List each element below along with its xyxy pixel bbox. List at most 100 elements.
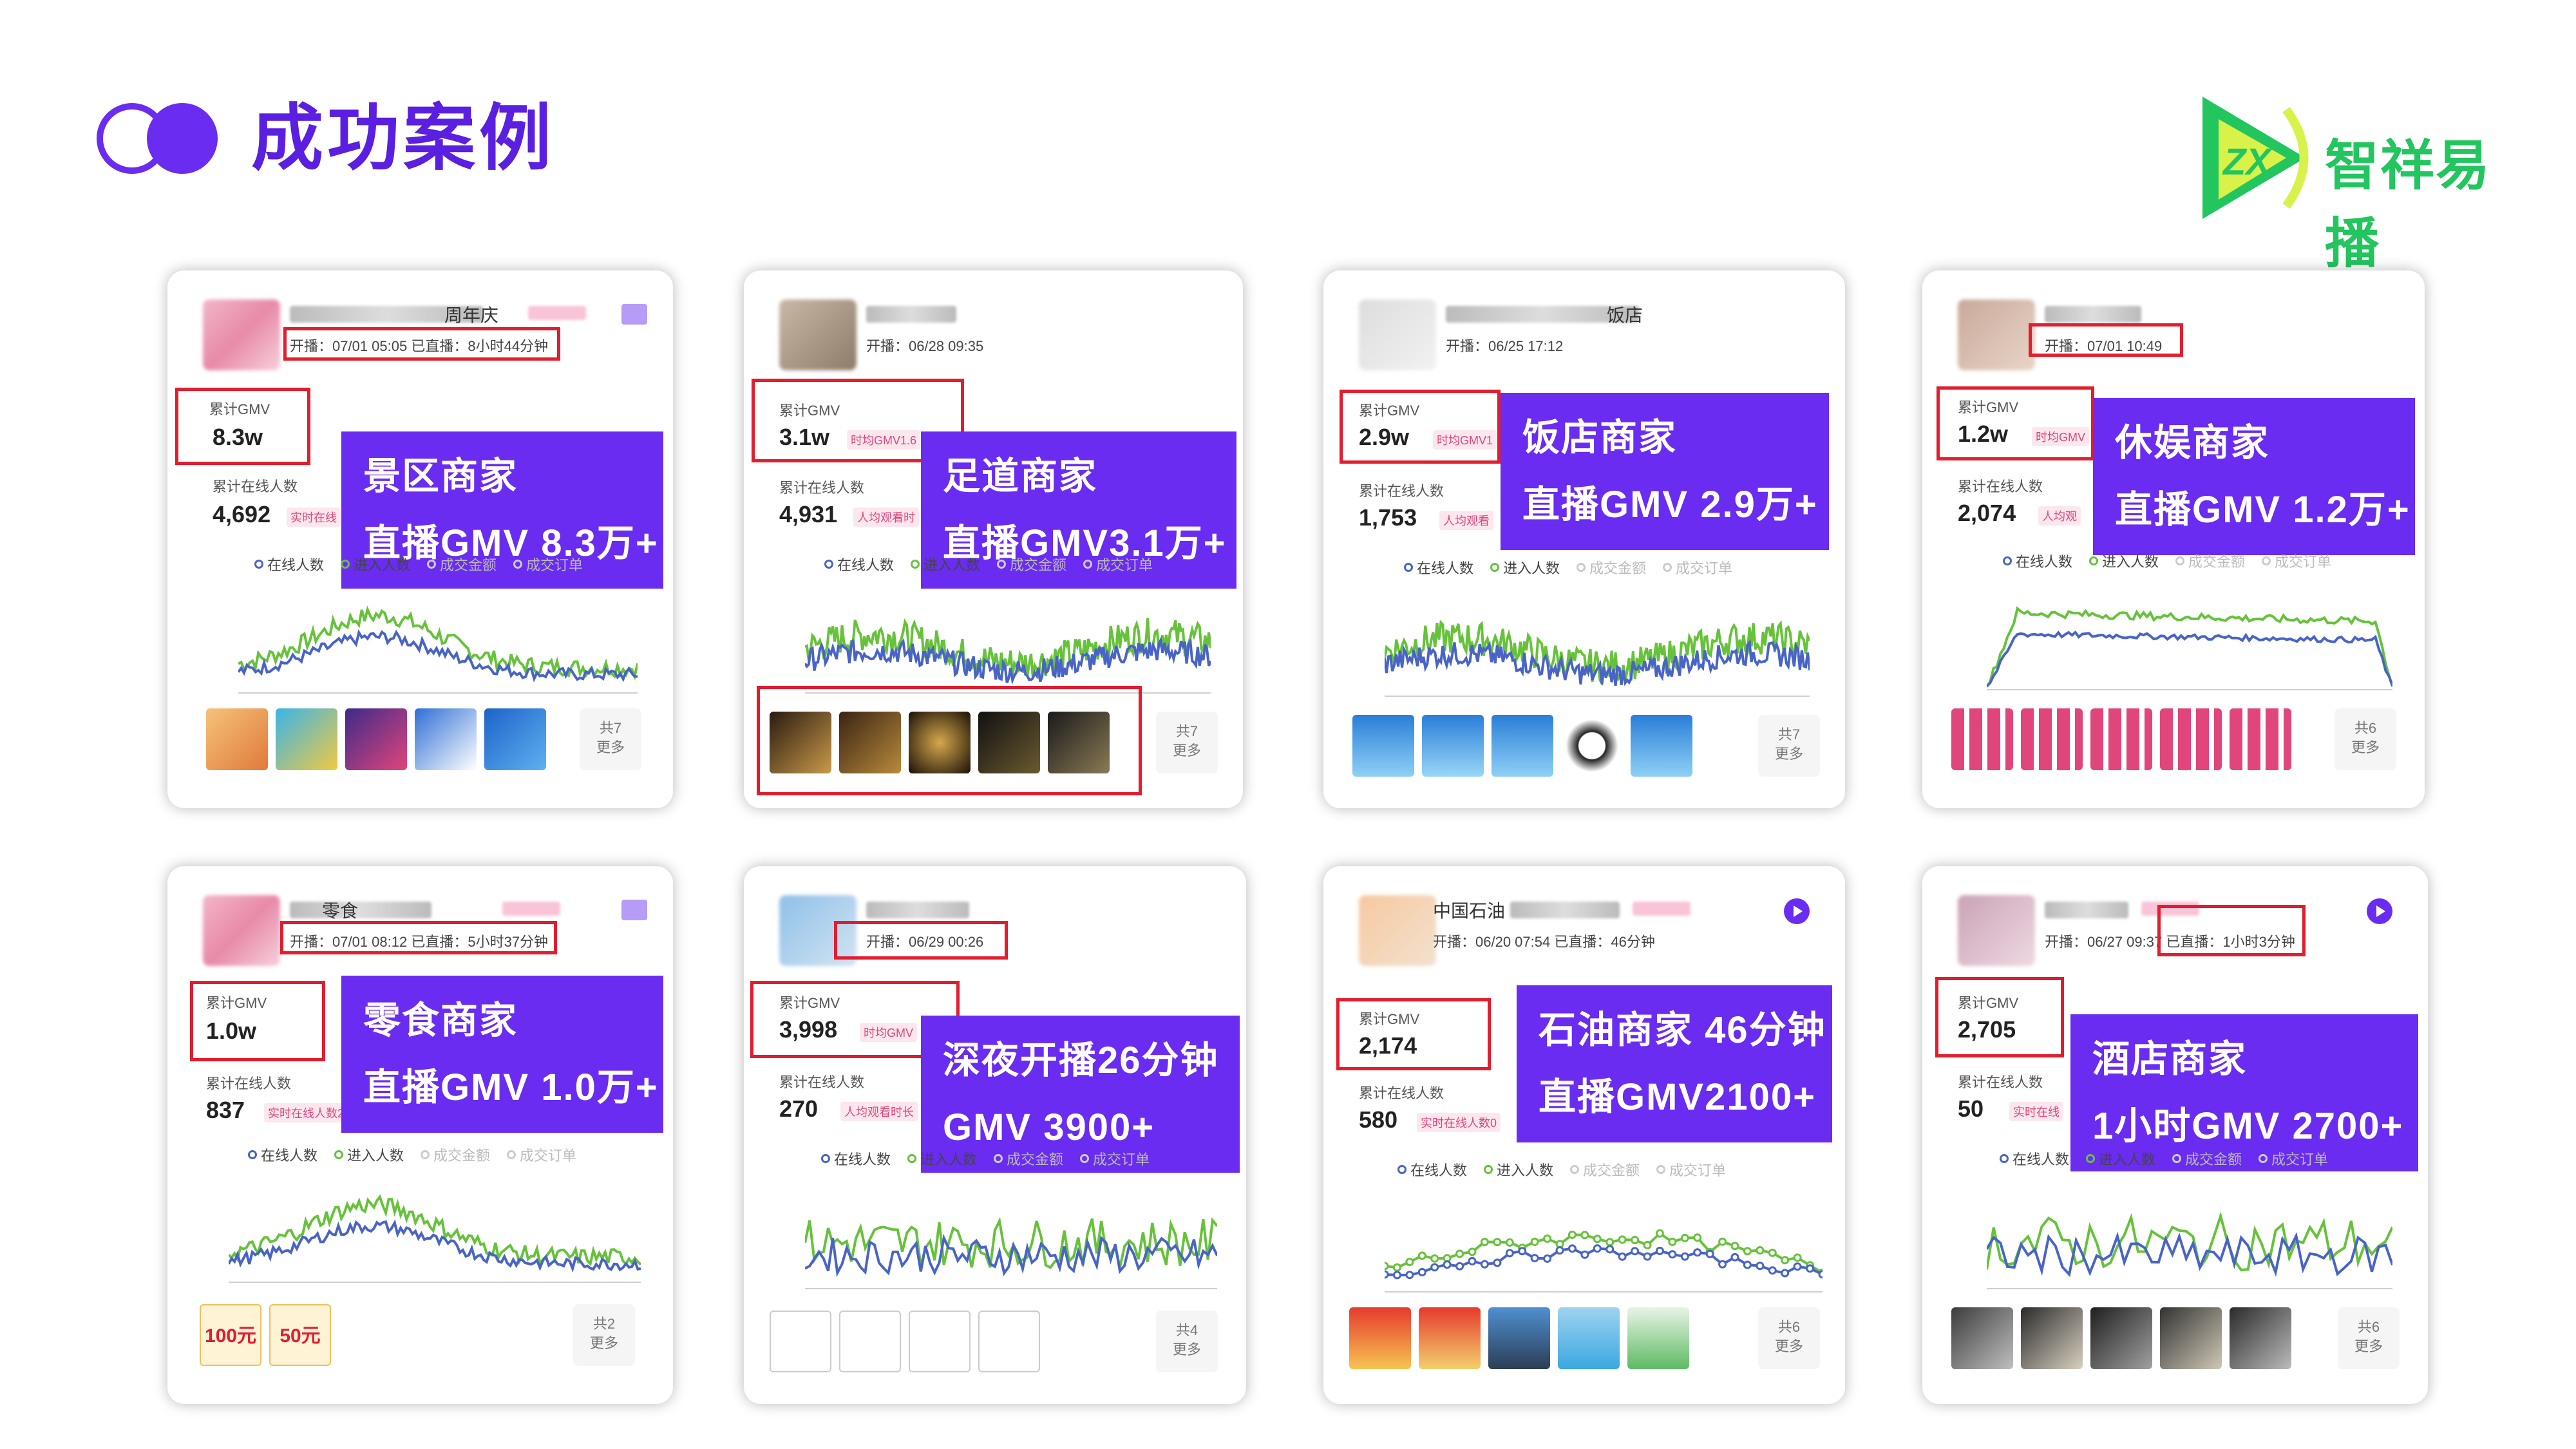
menu-icon[interactable] — [621, 900, 647, 920]
case-card-leisure[interactable]: 开播：07/01 10:49 累计GMV 1.2w 时均GMV 累计在线人数 2… — [1922, 270, 2425, 808]
legend-orders[interactable]: 成交订单 — [507, 1144, 576, 1165]
product-thumb[interactable] — [1352, 715, 1414, 777]
play-icon[interactable] — [1784, 898, 1810, 924]
legend-amount[interactable]: 成交金额 — [2175, 551, 2245, 571]
legend-online[interactable]: 在线人数 — [2003, 551, 2072, 571]
legend-amount[interactable]: 成交金额 — [427, 554, 497, 574]
case-card-hotel[interactable]: 开播：06/27 09:37 已直播：1小时3分钟 累计GMV 2,705 累计… — [1922, 866, 2428, 1404]
case-card-snacks[interactable]: 零食 开播：07/01 08:12 已直播：5小时37分钟 累计GMV 1.0w… — [167, 866, 673, 1404]
legend-orders[interactable]: 成交订单 — [1080, 1148, 1150, 1169]
legend-online[interactable]: 在线人数 — [1404, 557, 1473, 578]
legend-online[interactable]: 在线人数 — [248, 1144, 317, 1165]
product-thumb[interactable] — [276, 708, 337, 770]
more-products-button[interactable]: 共6 更多 — [1758, 1307, 1820, 1369]
merchant-name-suffix: 饭店 — [1607, 305, 1643, 325]
case-card-restaurant[interactable]: 饭店 开播：06/25 17:12 累计GMV 2.9w 时均GMV1 累计在线… — [1323, 270, 1845, 808]
coupon-thumb[interactable]: 100元 — [200, 1304, 261, 1366]
legend-orders[interactable]: 成交订单 — [2262, 551, 2331, 571]
legend-amount[interactable]: 成交金额 — [1577, 557, 1646, 578]
series-point — [1793, 1262, 1802, 1271]
highlight-box-products — [757, 686, 1142, 795]
series-point — [1781, 1256, 1790, 1265]
legend-online[interactable]: 在线人数 — [2000, 1148, 2069, 1169]
product-thumb[interactable] — [484, 708, 546, 770]
product-thumb[interactable] — [1951, 708, 2013, 770]
legend-online[interactable]: 在线人数 — [1397, 1159, 1467, 1180]
product-thumb[interactable] — [1349, 1307, 1411, 1369]
legend-enter[interactable]: 进入人数 — [2089, 551, 2159, 571]
legend-enter[interactable]: 进入人数 — [2086, 1148, 2155, 1169]
product-thumb[interactable] — [1627, 1307, 1689, 1369]
product-thumb[interactable] — [1492, 715, 1553, 777]
legend-orders[interactable]: 成交订单 — [1656, 1159, 1726, 1180]
more-products-button[interactable]: 共2 更多 — [573, 1304, 635, 1366]
product-thumb[interactable] — [415, 708, 477, 770]
legend-online[interactable]: 在线人数 — [821, 1148, 891, 1169]
product-thumb-broken-image-icon[interactable] — [770, 1311, 831, 1372]
more-products-button[interactable]: 共4 更多 — [1156, 1311, 1218, 1372]
product-thumb[interactable] — [206, 708, 268, 770]
online-label: 累计在线人数 — [206, 1075, 292, 1092]
legend-enter[interactable]: 进入人数 — [1484, 1159, 1553, 1180]
tag-blurred — [528, 306, 586, 320]
product-thumb[interactable] — [2230, 708, 2291, 770]
series-point — [1793, 1253, 1802, 1262]
legend-orders[interactable]: 成交订单 — [2259, 1148, 2328, 1169]
legend-orders[interactable]: 成交订单 — [1083, 554, 1153, 574]
product-thumb[interactable] — [2090, 708, 2152, 770]
product-thumb[interactable] — [2160, 1307, 2222, 1369]
merchant-name: 中国石油 — [1433, 901, 1506, 921]
case-card-foot-spa[interactable]: 开播：06/28 09:35 累计GMV 3.1w 时均GMV1.6 累计在线人… — [744, 270, 1243, 808]
product-thumb[interactable] — [1422, 715, 1484, 777]
legend-orders[interactable]: 成交订单 — [1663, 557, 1732, 578]
online-value: 270 — [779, 1095, 819, 1122]
more-products-button[interactable]: 共7 更多 — [1758, 715, 1820, 777]
product-thumb[interactable] — [1951, 1307, 2013, 1369]
legend-amount[interactable]: 成交金额 — [2172, 1148, 2242, 1169]
product-thumb[interactable] — [1561, 715, 1623, 777]
product-thumb[interactable] — [2230, 1307, 2291, 1369]
product-thumb[interactable] — [1631, 715, 1692, 777]
series-point — [1443, 1260, 1452, 1269]
menu-icon[interactable] — [621, 304, 647, 325]
legend-orders[interactable]: 成交订单 — [513, 554, 583, 574]
product-thumb[interactable] — [1558, 1307, 1620, 1369]
series-point — [1818, 1270, 1823, 1279]
product-thumb[interactable] — [2090, 1307, 2152, 1369]
legend-enter[interactable]: 进入人数 — [907, 1148, 977, 1169]
legend-amount[interactable]: 成交金额 — [997, 554, 1066, 574]
more-products-button[interactable]: 共6 更多 — [2334, 708, 2396, 770]
case-card-late-night[interactable]: 开播：06/29 00:26 累计GMV 3,998 时均GMV 累计在线人数 … — [744, 866, 1246, 1404]
trend-chart — [229, 1194, 641, 1283]
legend-enter[interactable]: 进入人数 — [334, 1144, 404, 1165]
product-thumb[interactable] — [2160, 708, 2222, 770]
series-point — [1493, 1258, 1502, 1267]
legend-amount[interactable]: 成交金额 — [421, 1144, 490, 1165]
product-thumb[interactable] — [1488, 1307, 1550, 1369]
coupon-thumb[interactable]: 50元 — [269, 1304, 331, 1366]
more-products-button[interactable]: 共7 更多 — [580, 708, 641, 770]
legend-enter[interactable]: 进入人数 — [911, 554, 980, 574]
more-products-button[interactable]: 共7 更多 — [1156, 712, 1218, 773]
product-thumb-broken-image-icon[interactable] — [839, 1311, 901, 1372]
more-products-button[interactable]: 共6 更多 — [2338, 1307, 2400, 1369]
product-thumb[interactable] — [2021, 708, 2083, 770]
product-thumb[interactable] — [2021, 1307, 2083, 1369]
legend-amount[interactable]: 成交金额 — [994, 1148, 1063, 1169]
case-card-petroleum[interactable]: 中国石油 开播：06/20 07:54 已直播：46分钟 累计GMV 2,174… — [1323, 866, 1845, 1404]
legend-online[interactable]: 在线人数 — [824, 554, 894, 574]
merchant-name-suffix: 周年庆 — [444, 305, 499, 325]
legend-enter[interactable]: 进入人数 — [1490, 557, 1560, 578]
product-thumb-broken-image-icon[interactable] — [978, 1311, 1040, 1372]
product-thumb-broken-image-icon[interactable] — [909, 1311, 971, 1372]
case-card-scenic[interactable]: 周年庆 开播：07/01 05:05 已直播：8小时44分钟 累计GMV 8.3… — [167, 270, 673, 808]
legend-enter[interactable]: 进入人数 — [341, 554, 410, 574]
product-thumb[interactable] — [1419, 1307, 1481, 1369]
series-point — [1680, 1233, 1689, 1242]
avatar — [203, 299, 280, 370]
legend-amount[interactable]: 成交金额 — [1570, 1159, 1640, 1180]
legend-online[interactable]: 在线人数 — [254, 554, 324, 574]
product-thumb[interactable] — [345, 708, 407, 770]
play-icon[interactable] — [2367, 898, 2392, 924]
tag-blurred — [1633, 902, 1690, 916]
